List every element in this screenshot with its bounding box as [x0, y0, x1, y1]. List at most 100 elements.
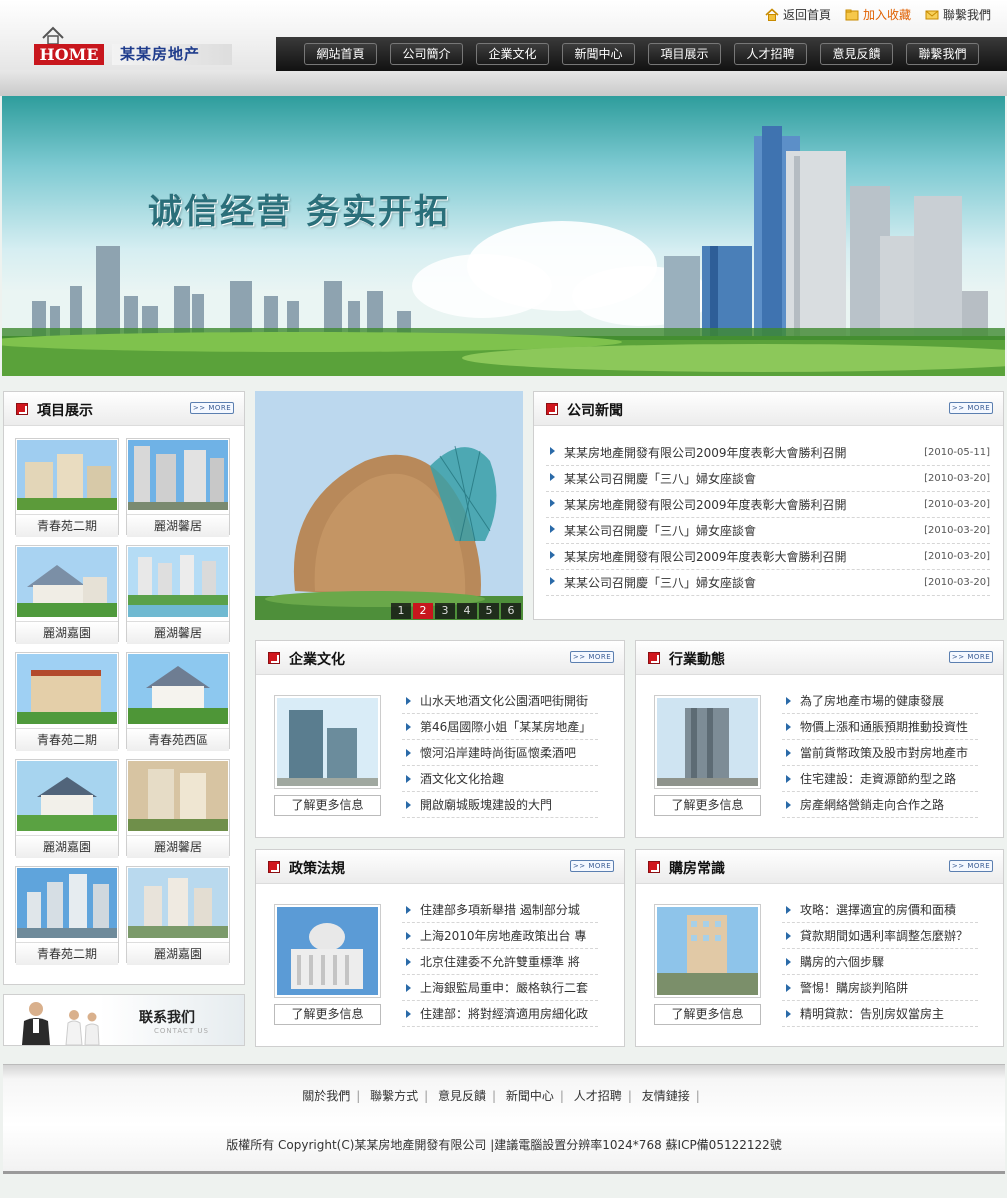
top-links: 返回首頁 加入收藏 聯繫我們: [765, 6, 991, 23]
buying-tips-more-info-button[interactable]: 了解更多信息: [654, 1004, 761, 1025]
policy-title: 政策法規: [289, 861, 345, 877]
buying-tip-item[interactable]: 精明貸款：告別房奴當房主: [782, 1001, 978, 1027]
project-card[interactable]: 麗湖嘉園: [15, 545, 119, 644]
buying-tip-item[interactable]: 購房的六個步驟: [782, 949, 978, 975]
projects-more-button[interactable]: >> MORE: [190, 402, 234, 414]
culture-more-button[interactable]: >> MORE: [570, 651, 614, 663]
news-item[interactable]: 某某公司召開慶「三八」婦女座談會 [2010-03-20]: [546, 466, 990, 492]
project-card[interactable]: 麗湖馨居: [126, 759, 230, 858]
project-card[interactable]: 青春苑二期: [15, 866, 119, 965]
project-card[interactable]: 青春苑西區: [126, 652, 230, 751]
news-item-date: [2010-05-11]: [924, 447, 990, 458]
slide-page-button[interactable]: 4: [457, 603, 477, 619]
news-item[interactable]: 某某房地產開發有限公司2009年度表彰大會勝利召開 [2010-03-20]: [546, 492, 990, 518]
projects-panel: 項目展示 >> MORE 青春苑二期 麗湖馨居 麗湖嘉園 麗湖馨居 青春苑二期 …: [3, 391, 245, 985]
slide-page-button[interactable]: 5: [479, 603, 499, 619]
policy-more-info-button[interactable]: 了解更多信息: [274, 1004, 381, 1025]
contact-us-link[interactable]: 聯繫我們: [925, 6, 991, 23]
add-favorite-link[interactable]: 加入收藏: [845, 6, 911, 23]
industry-item[interactable]: 住宅建設：走資源節約型之路: [782, 766, 978, 792]
culture-item[interactable]: 第46屆國際小姐「某某房地產」: [402, 714, 598, 740]
news-item-date: [2010-03-20]: [924, 551, 990, 562]
policy-item[interactable]: 上海2010年房地產政策出台 專: [402, 923, 598, 949]
industry-photo-frame[interactable]: [654, 695, 761, 789]
project-card[interactable]: 麗湖嘉園: [126, 866, 230, 965]
red-arrow-box-icon: [546, 403, 558, 415]
policy-more-button[interactable]: >> MORE: [570, 860, 614, 872]
featured-slideshow[interactable]: 1 2 3 4 5 6: [255, 391, 523, 620]
industry-item[interactable]: 房產網絡營銷走向合作之路: [782, 792, 978, 818]
industry-item[interactable]: 為了房地產市場的健康發展: [782, 688, 978, 714]
footer-link-contact[interactable]: 聯繫方式: [370, 1089, 418, 1103]
project-card[interactable]: 青春苑二期: [15, 438, 119, 537]
culture-item[interactable]: 開啟廟城販塊建設的大門: [402, 792, 598, 818]
news-item[interactable]: 某某公司召開慶「三八」婦女座談會 [2010-03-20]: [546, 570, 990, 596]
footer-link-feedback[interactable]: 意見反饋: [438, 1089, 486, 1103]
buying-tips-photo: [657, 907, 758, 995]
culture-more-info-button[interactable]: 了解更多信息: [274, 795, 381, 816]
policy-item[interactable]: 上海銀監局重申：嚴格執行二套: [402, 975, 598, 1001]
project-photo: [17, 547, 117, 617]
nav-culture[interactable]: 企業文化: [476, 43, 549, 65]
slide-page-button-active[interactable]: 2: [413, 603, 433, 619]
city-skyline-illustration: [2, 126, 1005, 376]
project-label: 麗湖馨居: [127, 835, 229, 858]
culture-title: 企業文化: [289, 652, 345, 668]
logo-home-text: HOME: [34, 44, 104, 65]
footer-link-news[interactable]: 新聞中心: [506, 1089, 554, 1103]
culture-photo: [277, 698, 378, 786]
slide-page-button[interactable]: 1: [391, 603, 411, 619]
buying-tip-item[interactable]: 貸款期間如遇利率調整怎麼辦？: [782, 923, 978, 949]
footer-link-jobs[interactable]: 人才招聘: [574, 1089, 622, 1103]
news-item[interactable]: 某某公司召開慶「三八」婦女座談會 [2010-03-20]: [546, 518, 990, 544]
policy-item[interactable]: 北京住建委不允許雙重標準 將: [402, 949, 598, 975]
projects-grid: 青春苑二期 麗湖馨居 麗湖嘉園 麗湖馨居 青春苑二期 青春苑西區 麗湖嘉園 麗湖…: [15, 438, 235, 965]
project-label: 青春苑二期: [16, 728, 118, 751]
industry-item[interactable]: 物價上漲和通脹預期推動投資性: [782, 714, 978, 740]
industry-more-button[interactable]: >> MORE: [949, 651, 993, 663]
policy-panel: 政策法規 >> MORE 了解更多信息 住建部多項新舉措 遏制部分城 上海201…: [255, 849, 625, 1047]
company-news-more-button[interactable]: >> MORE: [949, 402, 993, 414]
add-favorite-label: 加入收藏: [862, 8, 911, 22]
policy-list: 住建部多項新舉措 遏制部分城 上海2010年房地產政策出台 專 北京住建委不允許…: [402, 897, 598, 1027]
nav-projects[interactable]: 項目展示: [648, 43, 721, 65]
buying-tips-list: 攻略：選擇適宜的房價和面積 貸款期間如遇利率調整怎麼辦？ 購房的六個步驟 警惕！…: [782, 897, 978, 1027]
culture-photo-frame[interactable]: [274, 695, 381, 789]
project-card[interactable]: 青春苑二期: [15, 652, 119, 751]
nav-about[interactable]: 公司簡介: [390, 43, 463, 65]
industry-item[interactable]: 當前貨幣政策及股市對房地產市: [782, 740, 978, 766]
policy-item[interactable]: 住建部多項新舉措 遏制部分城: [402, 897, 598, 923]
contact-us-card[interactable]: 联系我们 CONTACT US: [3, 994, 245, 1046]
banner-slogan: 诚信经营 务实开拓: [148, 192, 450, 232]
nav-feedback[interactable]: 意見反饋: [820, 43, 893, 65]
project-card[interactable]: 麗湖嘉園: [15, 759, 119, 858]
footer-separator: |: [492, 1089, 497, 1103]
back-home-link[interactable]: 返回首頁: [765, 6, 831, 23]
slide-page-button[interactable]: 3: [435, 603, 455, 619]
culture-item[interactable]: 懷河沿岸建時尚街區懷柔酒吧: [402, 740, 598, 766]
policy-photo-frame[interactable]: [274, 904, 381, 998]
policy-item[interactable]: 住建部：將對經濟適用房細化政: [402, 1001, 598, 1027]
industry-more-info-button[interactable]: 了解更多信息: [654, 795, 761, 816]
news-item[interactable]: 某某房地產開發有限公司2009年度表彰大會勝利召開 [2010-03-20]: [546, 544, 990, 570]
buying-tip-item[interactable]: 警惕！購房談判陷阱: [782, 975, 978, 1001]
site-logo[interactable]: HOME 某某房地产: [34, 26, 234, 66]
project-card[interactable]: 麗湖馨居: [126, 545, 230, 644]
culture-item[interactable]: 酒文化文化拾趣: [402, 766, 598, 792]
slideshow-pager: 1 2 3 4 5 6: [391, 603, 521, 619]
slide-page-button[interactable]: 6: [501, 603, 521, 619]
people-photo: [22, 1002, 100, 1045]
nav-home[interactable]: 網站首頁: [304, 43, 377, 65]
site-header: 返回首頁 加入收藏 聯繫我們 HOME 某某房地产 網站首頁 公司簡介 企業文化: [0, 0, 1007, 96]
footer-link-friends[interactable]: 友情鏈接: [642, 1089, 690, 1103]
buying-tip-item[interactable]: 攻略：選擇適宜的房價和面積: [782, 897, 978, 923]
nav-news[interactable]: 新聞中心: [562, 43, 635, 65]
nav-contact[interactable]: 聯繫我們: [906, 43, 979, 65]
footer-link-about[interactable]: 關於我們: [302, 1089, 350, 1103]
project-card[interactable]: 麗湖馨居: [126, 438, 230, 537]
buying-tips-more-button[interactable]: >> MORE: [949, 860, 993, 872]
nav-jobs[interactable]: 人才招聘: [734, 43, 807, 65]
culture-item[interactable]: 山水天地酒文化公園酒吧街開街: [402, 688, 598, 714]
buying-tips-photo-frame[interactable]: [654, 904, 761, 998]
news-item[interactable]: 某某房地產開發有限公司2009年度表彰大會勝利召開 [2010-05-11]: [546, 440, 990, 466]
